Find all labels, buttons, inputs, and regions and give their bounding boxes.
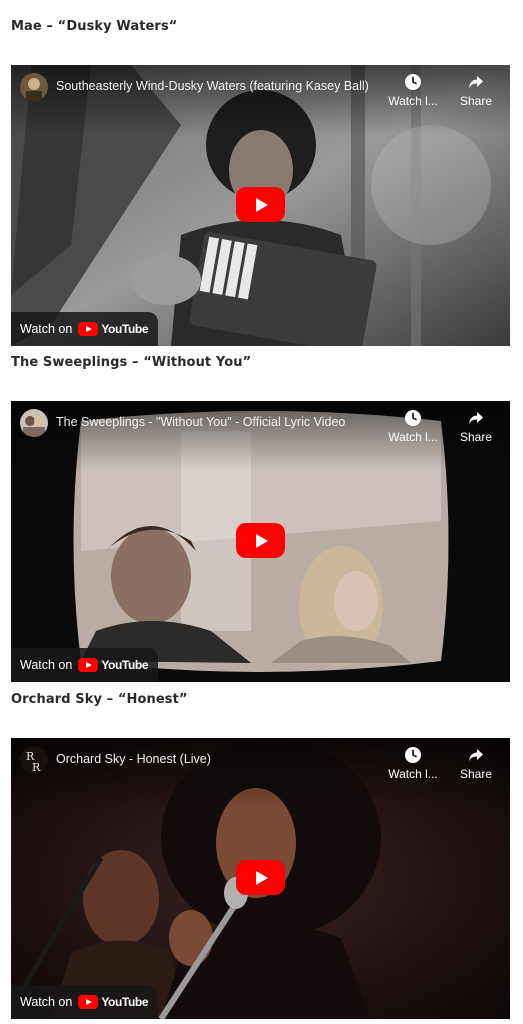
video-player-without-you[interactable]: The Sweeplings - "Without You" - Officia… [11, 401, 510, 682]
youtube-logo-icon: YouTube [78, 995, 148, 1009]
video-player-honest[interactable]: RR Orchard Sky - Honest (Live) Watch l..… [11, 738, 510, 1019]
share-label: Share [459, 94, 493, 108]
channel-logo-rr-icon: RR [20, 746, 48, 774]
channel-avatar[interactable]: RR [20, 746, 48, 774]
section-heading-sweeplings: The Sweeplings – “Without You” [11, 355, 252, 370]
watch-later-button[interactable]: Watch l... [385, 409, 441, 444]
share-arrow-icon [469, 76, 483, 88]
share-button[interactable]: Share [448, 409, 504, 444]
watch-on-label: Watch on [20, 658, 73, 672]
share-button[interactable]: Share [448, 746, 504, 781]
play-button[interactable] [236, 523, 285, 558]
watch-later-label: Watch l... [388, 767, 438, 781]
svg-text:R: R [32, 761, 41, 774]
watch-later-button[interactable]: Watch l... [385, 73, 441, 108]
watch-later-button[interactable]: Watch l... [385, 746, 441, 781]
clock-icon [405, 74, 421, 90]
watch-on-label: Watch on [20, 322, 73, 336]
video-player-dusky-waters[interactable]: Southeasterly Wind-Dusky Waters (featuri… [11, 65, 510, 346]
youtube-logo-icon: YouTube [78, 322, 148, 336]
watch-later-label: Watch l... [388, 94, 438, 108]
video-title[interactable]: Southeasterly Wind-Dusky Waters (featuri… [56, 79, 386, 93]
watch-later-label: Watch l... [388, 430, 438, 444]
share-label: Share [459, 767, 493, 781]
section-heading-mae: Mae – “Dusky Waters“ [11, 19, 178, 34]
watch-on-youtube-link[interactable]: Watch on YouTube [11, 985, 159, 1019]
watch-on-youtube-link[interactable]: Watch on YouTube [11, 312, 159, 346]
youtube-wordmark: YouTube [101, 322, 149, 336]
share-button[interactable]: Share [448, 73, 504, 108]
youtube-wordmark: YouTube [101, 658, 149, 672]
youtube-logo-icon: YouTube [78, 658, 148, 672]
watch-on-label: Watch on [20, 995, 73, 1009]
play-button[interactable] [236, 860, 285, 895]
share-arrow-icon [469, 412, 483, 424]
channel-avatar[interactable] [20, 73, 48, 101]
clock-icon [405, 747, 421, 763]
share-label: Share [459, 430, 493, 444]
watch-on-youtube-link[interactable]: Watch on YouTube [11, 648, 159, 682]
video-title[interactable]: Orchard Sky - Honest (Live) [56, 752, 386, 766]
section-heading-orchard-sky: Orchard Sky – “Honest” [11, 692, 188, 707]
video-title[interactable]: The Sweeplings - "Without You" - Officia… [56, 415, 386, 429]
play-button[interactable] [236, 187, 285, 222]
channel-avatar[interactable] [20, 409, 48, 437]
clock-icon [405, 410, 421, 426]
youtube-wordmark: YouTube [101, 995, 149, 1009]
share-arrow-icon [469, 749, 483, 761]
